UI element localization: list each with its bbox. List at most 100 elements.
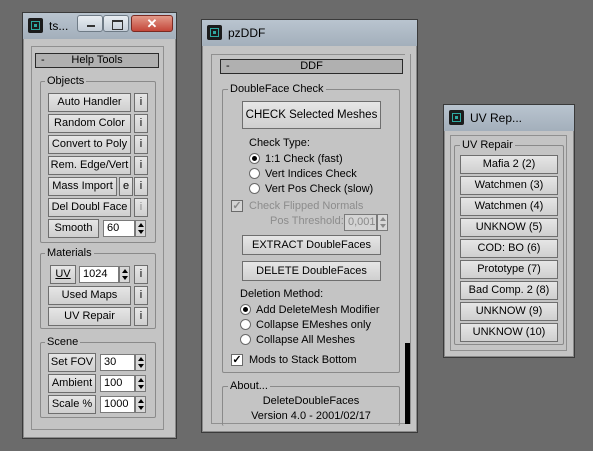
radio-1-1-check-label: 1:1 Check (fast) [265,153,343,165]
spinner-arrows-icon[interactable] [135,375,146,392]
minimize-button[interactable] [77,15,103,32]
auto-handler-button[interactable]: Auto Handler [48,93,131,112]
pos-threshold-spinner[interactable]: 0,001 [344,214,388,231]
uv-repair-button-watchmen-3[interactable]: Watchmen (3) [460,176,558,195]
set-fov-button[interactable]: Set FOV [48,353,96,372]
check-flipped-normals-checkbox[interactable]: ✓ [231,200,243,212]
materials-label: Materials [45,247,94,259]
close-icon: ✕ [146,16,158,31]
spinner-arrows-icon[interactable] [119,266,130,283]
uv-repair-button-prototype-7[interactable]: Prototype (7) [460,260,558,279]
mods-to-stack-bottom-label: Mods to Stack Bottom [249,354,357,366]
radio-collapse-emeshes[interactable] [240,319,251,330]
radio-add-deletemesh-modifier-label: Add DeleteMesh Modifier [256,304,380,316]
rollout-header[interactable]: - Help Tools [35,53,159,68]
window-title: pzDDF [228,26,266,40]
about-label: About... [228,380,270,392]
uv-repair-button[interactable]: UV Repair [48,307,131,326]
delete-doublefaces-button[interactable]: DELETE DoubleFaces [242,261,381,281]
title-bar[interactable]: UV Rep... [444,105,574,131]
smooth-spinner[interactable]: 60 [103,220,146,237]
check-selected-meshes-button[interactable]: CHECK Selected Meshes [242,101,381,129]
scrollbar-thumb[interactable] [405,343,410,424]
uv-button[interactable]: UV [50,265,76,284]
del-doubl-face-button[interactable]: Del Doubl Face [48,198,131,217]
spinner-arrows-icon[interactable] [377,214,388,231]
pos-threshold-value[interactable]: 0,001 [344,214,377,231]
smooth-value[interactable]: 60 [103,220,135,237]
fov-value[interactable]: 30 [100,354,135,371]
window-title: ts... [49,19,69,33]
app-icon [28,18,43,33]
scene-label: Scene [45,336,81,348]
radio-add-deletemesh-modifier[interactable] [240,304,251,315]
rollout-header[interactable]: - DDF [220,59,403,74]
title-bar[interactable]: ts... ✕ [23,13,176,39]
help-tools-window: ts... ✕ - Help Tools Objects Auto Handle… [22,12,177,439]
uv-repair-window: UV Rep... UV Repair Mafia 2 (2) Watchmen… [443,104,575,358]
uv-repair-button-bad-comp-2-8[interactable]: Bad Comp. 2 (8) [460,281,558,300]
scale-spinner[interactable]: 1000 [100,396,146,413]
uv-size-spinner[interactable]: 1024 [79,266,130,283]
smooth-button[interactable]: Smooth [48,219,99,238]
used-maps-button[interactable]: Used Maps [48,286,131,305]
uv-size-value[interactable]: 1024 [79,266,119,283]
convert-to-poly-button[interactable]: Convert to Poly [48,135,131,154]
rem-edge-vert-info-button[interactable]: i [134,156,148,175]
collapse-icon: - [41,54,45,66]
spinner-arrows-icon[interactable] [135,220,146,237]
mods-to-stack-bottom-checkbox[interactable]: ✓ [231,354,243,366]
auto-handler-info-button[interactable]: i [134,93,148,112]
deletion-method-label: Deletion Method: [240,288,324,300]
radio-vert-pos[interactable] [249,183,260,194]
radio-1-1-check[interactable] [249,153,260,164]
ambient-spinner[interactable]: 100 [100,375,146,392]
uv-repair-button-watchmen-4[interactable]: Watchmen (4) [460,197,558,216]
fov-spinner[interactable]: 30 [100,354,146,371]
uv-info-button[interactable]: i [134,265,148,284]
random-color-info-button[interactable]: i [134,114,148,133]
mass-import-button[interactable]: Mass Import [48,177,117,196]
radio-collapse-all-meshes[interactable] [240,334,251,345]
rollout-title: Help Tools [71,54,123,66]
uv-repair-button-unknow-10[interactable]: UNKNOW (10) [460,323,558,342]
collapse-icon: - [226,60,230,72]
scale-value[interactable]: 1000 [100,396,135,413]
pzddf-window: pzDDF - DDF DoubleFace Check CHECK Selec… [201,19,418,433]
spinner-arrows-icon[interactable] [135,396,146,413]
used-maps-info-button[interactable]: i [134,286,148,305]
window-title: UV Rep... [470,111,523,125]
radio-vert-pos-label: Vert Pos Check (slow) [265,183,374,195]
random-color-button[interactable]: Random Color [48,114,131,133]
mass-import-e-button[interactable]: e [119,177,133,196]
uv-repair-button-unknow-9[interactable]: UNKNOW (9) [460,302,558,321]
vertical-scrollbar[interactable] [405,54,410,424]
title-bar[interactable]: pzDDF [202,20,417,46]
uv-repair-button-cod-bo-6[interactable]: COD: BO (6) [460,239,558,258]
about-version: Version 4.0 - 2001/02/17 [251,410,371,422]
ambient-button[interactable]: Ambient [48,374,96,393]
extract-doublefaces-button[interactable]: EXTRACT DoubleFaces [242,235,381,255]
del-doubl-face-info-button[interactable]: i [134,198,148,217]
radio-vert-indices-label: Vert Indices Check [265,168,357,180]
ambient-value[interactable]: 100 [100,375,135,392]
doubleface-check-label: DoubleFace Check [228,83,326,95]
radio-collapse-all-meshes-label: Collapse All Meshes [256,334,356,346]
spinner-arrows-icon[interactable] [135,354,146,371]
close-button[interactable]: ✕ [131,15,173,32]
mass-import-info-button[interactable]: i [134,177,148,196]
rem-edge-vert-button[interactable]: Rem. Edge/Vert [48,156,131,175]
radio-collapse-emeshes-label: Collapse EMeshes only [256,319,371,331]
about-script-name: DeleteDoubleFaces [262,395,360,407]
convert-to-poly-info-button[interactable]: i [134,135,148,154]
app-icon [207,25,222,40]
pos-threshold-label: Pos Threshold: [270,215,344,227]
uv-repair-info-button[interactable]: i [134,307,148,326]
scale-button[interactable]: Scale % [48,395,96,414]
objects-label: Objects [45,75,87,87]
uv-repair-button-mafia-2[interactable]: Mafia 2 (2) [460,155,558,174]
maximize-button[interactable] [103,15,129,32]
radio-vert-indices[interactable] [249,168,260,179]
uv-repair-button-unknow-5[interactable]: UNKNOW (5) [460,218,558,237]
uv-repair-group-label: UV Repair [460,139,515,151]
